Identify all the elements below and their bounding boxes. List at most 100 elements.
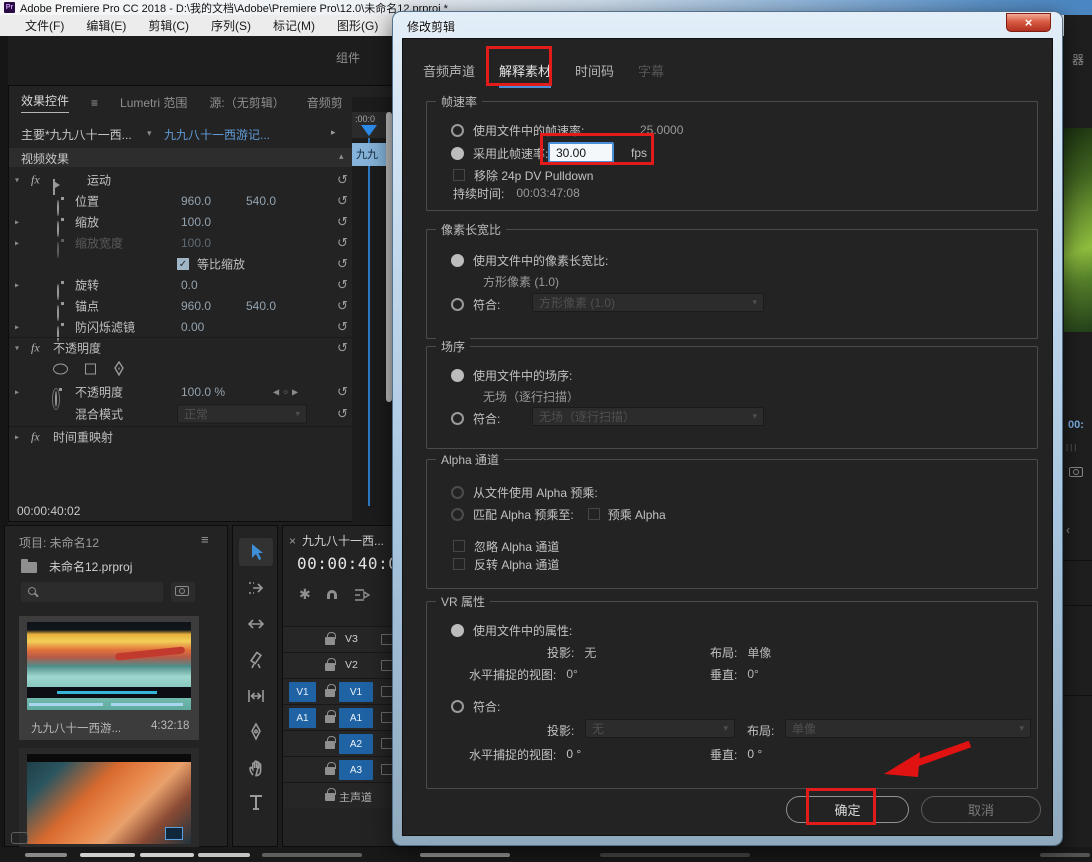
playhead-icon[interactable]: [361, 125, 377, 144]
track-output-icon[interactable]: [381, 686, 393, 697]
effect-row-antiflicker[interactable]: ▸ 防闪烁滤镜 0.00 ↺: [9, 316, 354, 337]
pen-mask-icon[interactable]: [111, 361, 127, 377]
keyframe-nav-icons[interactable]: ◀○▶: [273, 387, 302, 396]
tab-lumetri-scopes[interactable]: Lumetri 范围: [120, 94, 187, 111]
track-output-icon[interactable]: [381, 634, 393, 645]
value[interactable]: 100.0: [181, 236, 211, 250]
track-select-forward-tool[interactable]: [246, 578, 266, 598]
use-file-field-option[interactable]: 使用文件中的场序:: [451, 367, 572, 383]
rect-mask-icon[interactable]: [85, 363, 96, 374]
value[interactable]: 0.0: [181, 278, 198, 292]
lock-icon[interactable]: [325, 767, 335, 775]
chevron-left-icon[interactable]: ‹: [1066, 523, 1070, 537]
vr-conform-option[interactable]: 符合:: [451, 698, 500, 714]
effect-row-position[interactable]: 位置 960.0 540.0 ↺: [9, 190, 354, 211]
tab-audio-clip-mixer[interactable]: 音频剪: [307, 94, 343, 111]
radio-icon[interactable]: [451, 700, 464, 713]
ellipse-mask-icon[interactable]: [53, 363, 68, 374]
radio-icon[interactable]: [451, 412, 464, 425]
track-output-icon[interactable]: [381, 738, 393, 749]
workspace-tab-partial[interactable]: 组件: [336, 49, 360, 66]
effect-row-opacity[interactable]: ▸ 不透明度 100.0 % ◀○▶ ↺: [9, 381, 354, 402]
track-output-icon[interactable]: [381, 712, 393, 723]
lock-icon[interactable]: [325, 715, 335, 723]
timeline-timecode[interactable]: 00:00:40:02: [297, 554, 408, 573]
scrollbar-segment[interactable]: [80, 853, 135, 857]
scrollbar-thumb[interactable]: [386, 112, 392, 402]
twirl-closed-icon[interactable]: ▸: [15, 322, 19, 331]
reset-icon[interactable]: ↺: [337, 406, 348, 422]
value-x[interactable]: 960.0: [181, 299, 211, 313]
lock-icon[interactable]: [325, 741, 335, 749]
reset-icon[interactable]: ↺: [337, 256, 348, 272]
value-x[interactable]: 960.0: [181, 194, 211, 208]
menu-item-edit[interactable]: 编辑(E): [75, 17, 137, 34]
razor-tool[interactable]: [246, 650, 266, 670]
twirl-closed-icon[interactable]: ▸: [15, 217, 19, 226]
chevron-down-icon[interactable]: ▾: [147, 128, 152, 139]
tab-timecode[interactable]: 时间码: [575, 61, 614, 88]
value-y[interactable]: 540.0: [246, 194, 276, 208]
tab-audio-channels[interactable]: 音频声道: [423, 61, 475, 88]
reset-icon[interactable]: ↺: [337, 277, 348, 293]
clip-selector[interactable]: 九九八十一西游记...: [164, 126, 270, 143]
video-effects-section-header[interactable]: 视频效果 ▴: [9, 148, 354, 167]
scrollbar-segment[interactable]: [198, 853, 250, 857]
source-patch-v1[interactable]: V1: [289, 682, 316, 702]
reset-icon[interactable]: ↺: [337, 214, 348, 230]
twirl-open-icon[interactable]: ▾: [15, 344, 19, 353]
export-frame-icon[interactable]: [1069, 467, 1083, 477]
effect-row-blend-mode[interactable]: 混合模式 正常 ↺: [9, 403, 354, 424]
ripple-edit-tool[interactable]: [246, 614, 266, 634]
dialog-close-button[interactable]: ×: [1006, 13, 1051, 32]
panel-menu-icon[interactable]: ≡: [201, 532, 209, 547]
value-y[interactable]: 540.0: [246, 299, 276, 313]
pen-tool[interactable]: [246, 722, 266, 742]
track-target-a2[interactable]: A2: [339, 734, 373, 754]
clip-name[interactable]: 九九八十一西游...: [31, 720, 121, 736]
value[interactable]: 100.0: [181, 215, 211, 229]
reset-icon[interactable]: ↺: [337, 340, 348, 356]
view-toggle-icon[interactable]: [11, 832, 28, 844]
radio-selected-icon[interactable]: [451, 624, 464, 637]
reset-icon[interactable]: ↺: [337, 235, 348, 251]
effect-controls-timecode[interactable]: 00:00:40:02: [17, 504, 80, 518]
scrollbar-segment[interactable]: [600, 853, 750, 857]
folder-up-icon[interactable]: [21, 562, 37, 573]
slip-tool[interactable]: [246, 686, 266, 706]
nest-toggle-icon[interactable]: ✱: [299, 586, 311, 603]
panel-menu-icon[interactable]: ≡: [91, 96, 98, 110]
lock-icon[interactable]: [325, 689, 335, 697]
project-item[interactable]: [19, 748, 199, 848]
effect-row-time-remap[interactable]: ▸ fx 时间重映射: [9, 426, 354, 447]
menu-item-clip[interactable]: 剪辑(C): [137, 17, 200, 34]
program-monitor-timecode[interactable]: 00:: [1068, 419, 1084, 431]
track-output-icon[interactable]: [381, 660, 393, 671]
effect-row-rotation[interactable]: ▸ 旋转 0.0 ↺: [9, 274, 354, 295]
use-file-par-option[interactable]: 使用文件中的像素长宽比:: [451, 252, 608, 268]
search-input[interactable]: [21, 582, 163, 602]
track-label[interactable]: V2: [345, 659, 358, 671]
search-filter-button[interactable]: [171, 582, 195, 602]
track-target-v1[interactable]: V1: [339, 682, 373, 702]
scrollbar-segment[interactable]: [420, 853, 510, 857]
radio-icon[interactable]: [451, 124, 464, 137]
close-icon[interactable]: ×: [289, 534, 296, 548]
lock-icon[interactable]: [325, 793, 335, 801]
scrollbar-segment[interactable]: [1040, 853, 1090, 857]
conform-field-option[interactable]: 符合:: [451, 410, 500, 426]
lock-icon[interactable]: [325, 637, 335, 645]
scrollbar-segment[interactable]: [262, 853, 362, 857]
scrollbar-segment[interactable]: [25, 853, 67, 857]
radio-icon[interactable]: [451, 298, 464, 311]
fx-badge-icon[interactable]: fx: [31, 341, 40, 356]
track-target-a1[interactable]: A1: [339, 708, 373, 728]
cancel-button[interactable]: 取消: [921, 796, 1041, 823]
assume-frame-rate-option[interactable]: 采用此帧速率:: [451, 145, 548, 161]
snap-icon[interactable]: [327, 590, 337, 599]
menu-item-marker[interactable]: 标记(M): [262, 17, 326, 34]
effect-row-opacity-group[interactable]: ▾ fx 不透明度 ↺: [9, 337, 354, 358]
lock-icon[interactable]: [325, 663, 335, 671]
radio-selected-icon[interactable]: [451, 254, 464, 267]
type-tool[interactable]: [246, 792, 266, 812]
